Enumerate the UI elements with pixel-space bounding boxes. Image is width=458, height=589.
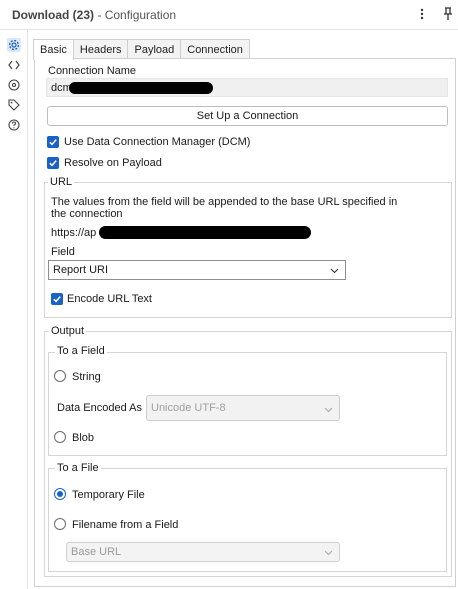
connection-name-field: dcm: [46, 78, 448, 97]
code-icon[interactable] [7, 58, 21, 72]
connection-name-label: Connection Name [48, 65, 137, 77]
url-legend: URL [48, 176, 75, 188]
help-icon[interactable] [7, 118, 21, 132]
temporary-file-radio[interactable] [54, 488, 66, 500]
redacted-connection-name [69, 82, 213, 94]
to-field-legend: To a Field [55, 345, 107, 357]
resolve-payload-label: Resolve on Payload [64, 157, 162, 169]
blob-label: Blob [72, 432, 95, 444]
use-dcm-checkbox[interactable] [47, 136, 59, 148]
chevron-down-icon [330, 268, 339, 274]
redacted-base-url [99, 226, 311, 239]
window-title: Download (23) - Configuration [12, 8, 176, 22]
output-legend: Output [49, 325, 87, 337]
chevron-down-icon [324, 407, 333, 413]
title-suffix: - Configuration [97, 8, 177, 22]
filename-from-field-label: Filename from a Field [72, 519, 179, 531]
resolve-payload-checkbox[interactable] [47, 157, 59, 169]
title-bar: Download (23) - Configuration [0, 0, 458, 30]
string-radio[interactable] [54, 370, 66, 382]
data-encoded-value: Unicode UTF-8 [151, 402, 226, 414]
use-dcm-label: Use Data Connection Manager (DCM) [64, 136, 251, 148]
filename-field-value: Base URL [71, 546, 122, 558]
gear-icon[interactable] [7, 38, 21, 52]
tab-payload[interactable]: Payload [127, 39, 182, 59]
filename-from-field-radio[interactable] [54, 518, 66, 530]
field-select[interactable]: Report URI [48, 260, 346, 280]
field-select-value: Report URI [53, 264, 109, 276]
pin-icon[interactable] [442, 6, 454, 22]
string-label: String [72, 371, 101, 383]
encode-url-label: Encode URL Text [67, 293, 152, 305]
tab-basic[interactable]: Basic [33, 39, 74, 60]
tab-connection[interactable]: Connection [180, 39, 250, 59]
base-url-value: https://ap [51, 227, 97, 239]
more-vertical-icon[interactable] [416, 6, 428, 22]
chevron-down-icon [324, 550, 333, 556]
filename-field-select: Base URL [66, 542, 340, 562]
settings-circle-icon[interactable] [7, 78, 21, 92]
blob-radio[interactable] [54, 431, 66, 443]
url-description: The values from the field will be append… [51, 196, 398, 220]
to-file-legend: To a File [55, 462, 101, 474]
data-encoded-select: Unicode UTF-8 [146, 395, 340, 421]
field-label: Field [51, 246, 75, 258]
tab-strip: Basic Headers Payload Connection [33, 39, 250, 60]
encode-url-checkbox[interactable] [51, 293, 63, 305]
left-rail [0, 30, 28, 589]
tab-headers[interactable]: Headers [72, 39, 129, 59]
set-up-connection-button[interactable]: Set Up a Connection [47, 106, 448, 126]
data-encoded-label: Data Encoded As [57, 402, 143, 414]
tag-icon[interactable] [7, 98, 21, 112]
tool-name: Download (23) [12, 8, 95, 22]
temporary-file-label: Temporary File [72, 489, 145, 501]
